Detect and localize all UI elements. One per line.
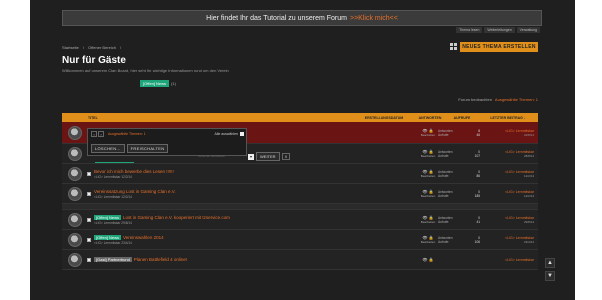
- toplink-redirects[interactable]: Weiterleitungen: [484, 27, 515, 33]
- avatar[interactable]: [68, 186, 82, 201]
- action-hint: Optionen auswählen: [198, 154, 226, 158]
- avatar[interactable]: [68, 146, 82, 161]
- row-checkbox[interactable]: [87, 217, 91, 222]
- row-checkbox[interactable]: [87, 171, 91, 176]
- edit-link[interactable]: Bearbeiten: [421, 154, 436, 158]
- header-created[interactable]: ERSTELLUNGSDATUM: [354, 116, 414, 120]
- thread-title[interactable]: Lost in Gaming Clan e.V. kooperiert mit …: [123, 215, 230, 220]
- prefix-news-tag[interactable]: [Offen] News: [140, 80, 170, 87]
- select-all-checkbox[interactable]: [240, 132, 244, 136]
- thread-title[interactable]: Vereinswahlen 2014: [123, 235, 164, 240]
- row-checkbox[interactable]: [87, 191, 91, 196]
- header-views[interactable]: AUFRUFE: [446, 116, 478, 120]
- inline-mod-actions: ▾ WEITER X: [248, 152, 291, 161]
- avatar[interactable]: [68, 166, 82, 181]
- watch-forum-link[interactable]: Forum beobachten: [458, 97, 492, 102]
- thread-meta: <LIG> Lernmitskar 12/2/14: [94, 174, 132, 179]
- popup-selected-count: Ausgewählte Themen: 1: [108, 132, 146, 136]
- table-header: TITEL ERSTELLUNGSDATUM ANTWORTEN AUFRUFE…: [62, 113, 538, 122]
- select-all[interactable]: Alle auswählen: [214, 132, 244, 136]
- toplink-read[interactable]: Thema lesen: [456, 27, 483, 33]
- page: Hier findet Ihr das Tutorial zu unserem …: [0, 0, 602, 300]
- table-row[interactable]: Vereinssatzung Lost in Gaming Clan e.V. …: [62, 184, 538, 204]
- prefix-count: (1): [171, 81, 176, 86]
- popup-progress-bar: [95, 162, 134, 163]
- prefix-tag[interactable]: [Offen] News: [94, 234, 122, 240]
- header-answers[interactable]: ANTWORTEN: [414, 116, 446, 120]
- selected-threads-link[interactable]: Ausgewählte Themen: 1: [495, 97, 538, 102]
- edit-link[interactable]: Bearbeiten: [421, 220, 436, 224]
- thread-meta: <LIG> Lernmitskar 23/4/14: [94, 240, 132, 245]
- row-checkbox[interactable]: [87, 237, 91, 242]
- last-date: 22/8/14: [523, 132, 534, 137]
- table-row[interactable]: [Offen] News Lost in Gaming Clan e.V. koo…: [62, 210, 538, 230]
- new-thread-button[interactable]: NEUES THEMA ERSTELLEN: [460, 42, 538, 52]
- edit-link[interactable]: Bearbeiten: [421, 194, 436, 198]
- forum-stage: Hier findet Ihr das Tutorial zu unserem …: [30, 0, 575, 300]
- crumb-open-area[interactable]: Offener Bereich: [88, 45, 116, 50]
- tutorial-banner: Hier findet Ihr das Tutorial zu unserem …: [62, 10, 542, 26]
- page-description: Willkommen auf unserem Clan Board, hier …: [62, 68, 229, 73]
- toplink-manage[interactable]: Verwaltung: [516, 27, 540, 33]
- banner-text: Hier findet Ihr das Tutorial zu unserem …: [206, 14, 347, 22]
- chevron-down-icon[interactable]: ▾: [248, 153, 254, 160]
- thread-title[interactable]: Vereinssatzung Lost in Gaming Clan e.V.: [94, 189, 418, 194]
- grid-icon[interactable]: [450, 43, 457, 50]
- go-button[interactable]: WEITER: [256, 152, 280, 161]
- avatar[interactable]: [68, 232, 82, 247]
- inline-mod-popup: ‹ › Ausgewählte Themen: 1 Alle auswählen…: [87, 128, 247, 156]
- prefix-tag[interactable]: [Gast] Partnerbund: [94, 257, 132, 262]
- close-button[interactable]: X: [281, 153, 291, 160]
- watch-row: Forum beobachten Ausgewählte Themen: 1: [458, 97, 538, 102]
- breadcrumb: Startseite / Offener Bereich /: [62, 45, 122, 50]
- chevron-right-icon[interactable]: ›: [98, 131, 104, 137]
- chevron-left-icon[interactable]: ‹: [91, 131, 97, 137]
- edit-link[interactable]: Bearbeiten: [421, 133, 436, 137]
- prefix-tag[interactable]: [Offen] News: [94, 214, 122, 220]
- table-row[interactable]: [Gast] Partnerbund Planen Battlefield 4 o…: [62, 250, 538, 270]
- top-links: Thema lesen Weiterleitungen Verwaltung: [456, 27, 540, 33]
- chevron-down-icon[interactable]: ▼: [545, 271, 555, 281]
- thread-meta: <LIG> Lernmitskar 29/8/14: [94, 220, 132, 225]
- avatar[interactable]: [68, 252, 82, 267]
- row-checkbox[interactable]: [87, 257, 91, 262]
- crumb-home[interactable]: Startseite: [62, 45, 79, 50]
- thread-title[interactable]: Planen Battlefield 4 online!: [134, 257, 187, 262]
- chevron-up-icon[interactable]: ▲: [545, 258, 555, 268]
- page-title: Nur für Gäste: [62, 55, 126, 66]
- last-poster[interactable]: <LIG> Lernmitskar: [480, 258, 534, 262]
- eye-icon: 👁 🔒: [422, 257, 434, 262]
- header-title[interactable]: TITEL: [88, 116, 354, 120]
- popup-pager: ‹ ›: [91, 131, 104, 137]
- table-row[interactable]: [Offen] News Vereinswahlen 2014 <LIG> Ler…: [62, 230, 538, 250]
- delete-button[interactable]: LÖSCHEN...: [91, 144, 125, 153]
- avatar[interactable]: [68, 212, 82, 227]
- banner-link[interactable]: >>Klick mich<<: [350, 15, 398, 22]
- thread-meta: <LIG> Lernmitskar 12/2/14: [94, 194, 132, 199]
- prefix-filter: [Offen] News (1): [140, 80, 176, 87]
- unlock-button[interactable]: FREISCHALTEN: [126, 144, 169, 153]
- edit-link[interactable]: Bearbeiten: [421, 240, 436, 244]
- scroll-buttons: ▲ ▼: [545, 258, 555, 281]
- thread-title[interactable]: Bevor ich mich bewerbe dies Lesen !!!!!!: [94, 169, 418, 174]
- avatar[interactable]: [68, 125, 82, 140]
- table-row[interactable]: Bevor ich mich bewerbe dies Lesen !!!!!!…: [62, 164, 538, 184]
- header-last-post[interactable]: LETZTER BEITRAG ↓: [478, 116, 538, 120]
- edit-link[interactable]: Bearbeiten: [421, 174, 436, 178]
